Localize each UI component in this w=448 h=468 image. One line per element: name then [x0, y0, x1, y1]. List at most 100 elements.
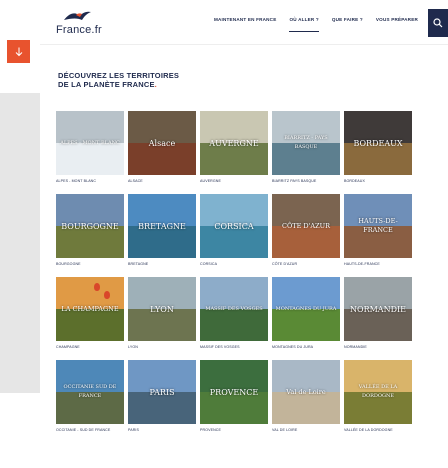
region-card[interactable]: NORMANDIE NORMANDIE: [344, 277, 412, 349]
region-thumbnail[interactable]: BIARRITZ - PAYS BASQUE: [272, 111, 340, 175]
region-caption[interactable]: ALSACE: [128, 179, 196, 183]
region-caption[interactable]: CORSICA: [200, 262, 268, 266]
region-card[interactable]: BIARRITZ - PAYS BASQUE BIARRITZ PAYS BASQ…: [272, 111, 340, 183]
region-overlay-label: LA CHAMPAGNE: [61, 304, 119, 313]
main-nav: MAINTENANT EN FRANCE OÙ ALLER ? QUE FAIR…: [214, 17, 418, 32]
region-thumbnail[interactable]: Val de Loire: [272, 360, 340, 424]
region-overlay-label: VALLÉE DE LA DORDOGNE: [358, 384, 398, 399]
region-overlay-label: ALPES - MONT BLANC: [60, 139, 120, 146]
search-button[interactable]: [428, 9, 448, 37]
region-overlay-label: CORSICA: [214, 221, 254, 231]
region-thumbnail[interactable]: MONTAGNES DU JURA: [272, 277, 340, 341]
hot-air-balloon: [104, 291, 110, 299]
page-title-line-2-text: DE LA PLANÈTE FRANCE: [58, 79, 155, 89]
nav-maintenant-en-france[interactable]: MAINTENANT EN FRANCE: [214, 17, 276, 26]
thumbnail-landscape: [56, 309, 124, 341]
france-fr-logo[interactable]: France.fr: [56, 10, 116, 40]
region-caption[interactable]: OCCITANIE - SUD DE FRANCE: [56, 428, 124, 432]
region-card[interactable]: Val de Loire VAL DE LOIRE: [272, 360, 340, 432]
region-card[interactable]: ALPES - MONT BLANC ALPES - MONT BLANC: [56, 111, 124, 183]
scroll-down-button[interactable]: [7, 40, 30, 63]
region-caption[interactable]: HAUTS-DE-FRANCE: [344, 262, 412, 266]
region-overlay-label: BRETAGNE: [138, 221, 186, 231]
region-card[interactable]: HAUTS-DE-FRANCE HAUTS-DE-FRANCE: [344, 194, 412, 266]
region-caption[interactable]: VAL DE LOIRE: [272, 428, 340, 432]
page-title: DÉCOUVREZ LES TERRITOIRES DE LA PLANÈTE …: [58, 71, 179, 90]
region-overlay-label: PROVENCE: [209, 387, 259, 397]
site-header: France.fr MAINTENANT EN FRANCE OÙ ALLER …: [40, 0, 448, 45]
region-thumbnail[interactable]: BORDEAUX: [344, 111, 412, 175]
region-card[interactable]: Alsace ALSACE: [128, 111, 196, 183]
region-overlay-label: MASSIF DES VOSGES: [205, 305, 263, 312]
region-overlay-label: HAUTS-DE-FRANCE: [358, 217, 398, 234]
brand-name: France.fr: [56, 24, 102, 36]
region-caption[interactable]: BORDEAUX: [344, 179, 412, 183]
region-caption[interactable]: LYON: [128, 345, 196, 349]
region-thumbnail[interactable]: OCCITANIE SUD DE FRANCE: [56, 360, 124, 424]
region-overlay-label: NORMANDIE: [350, 304, 406, 314]
region-overlay-label: PARIS: [149, 387, 175, 397]
region-overlay-label: Val de Loire: [286, 387, 326, 396]
region-thumbnail[interactable]: BOURGOGNE: [56, 194, 124, 258]
region-thumbnail[interactable]: ALPES - MONT BLANC: [56, 111, 124, 175]
search-icon: [433, 18, 443, 28]
region-caption[interactable]: BRETAGNE: [128, 262, 196, 266]
region-caption[interactable]: MASSIF DES VOSGES: [200, 345, 268, 349]
region-card[interactable]: PROVENCE PROVENCE: [200, 360, 268, 432]
region-card[interactable]: MASSIF DES VOSGES MASSIF DES VOSGES: [200, 277, 268, 349]
region-card[interactable]: MONTAGNES DU JURA MONTAGNES DU JURA: [272, 277, 340, 349]
region-thumbnail[interactable]: HAUTS-DE-FRANCE: [344, 194, 412, 258]
region-overlay-label: BOURGOGNE: [61, 221, 119, 231]
thumbnail-landscape: [272, 392, 340, 424]
region-card[interactable]: AUVERGNE AUVERGNE: [200, 111, 268, 183]
nav-vous-preparer[interactable]: VOUS PRÉPARER: [376, 17, 418, 26]
region-thumbnail[interactable]: MASSIF DES VOSGES: [200, 277, 268, 341]
region-caption[interactable]: BOURGOGNE: [56, 262, 124, 266]
region-card[interactable]: LA CHAMPAGNE CHAMPAGNE: [56, 277, 124, 349]
region-caption[interactable]: NORMANDIE: [344, 345, 412, 349]
region-card[interactable]: OCCITANIE SUD DE FRANCE OCCITANIE - SUD D…: [56, 360, 124, 432]
region-thumbnail[interactable]: CÔTE D'AZUR: [272, 194, 340, 258]
region-thumbnail[interactable]: NORMANDIE: [344, 277, 412, 341]
nav-ou-aller[interactable]: OÙ ALLER ?: [289, 17, 320, 32]
region-card[interactable]: BORDEAUX BORDEAUX: [344, 111, 412, 183]
region-thumbnail[interactable]: LYON: [128, 277, 196, 341]
region-card[interactable]: CÔTE D'AZUR CÔTE D'AZUR: [272, 194, 340, 266]
region-caption[interactable]: VALLÉE DE LA DORDOGNE: [344, 428, 412, 432]
thumbnail-landscape: [272, 226, 340, 258]
hot-air-balloon: [94, 283, 100, 291]
region-overlay-label: CÔTE D'AZUR: [281, 221, 331, 230]
region-thumbnail[interactable]: CORSICA: [200, 194, 268, 258]
region-thumbnail[interactable]: PROVENCE: [200, 360, 268, 424]
region-thumbnail[interactable]: VALLÉE DE LA DORDOGNE: [344, 360, 412, 424]
page-title-line-2: DE LA PLANÈTE FRANCE.: [58, 79, 179, 90]
left-side-panel: [0, 93, 40, 393]
region-caption[interactable]: CHAMPAGNE: [56, 345, 124, 349]
region-caption[interactable]: MONTAGNES DU JURA: [272, 345, 340, 349]
region-thumbnail[interactable]: BRETAGNE: [128, 194, 196, 258]
region-card[interactable]: BRETAGNE BRETAGNE: [128, 194, 196, 266]
region-thumbnail[interactable]: LA CHAMPAGNE: [56, 277, 124, 341]
arrow-down-icon: [15, 47, 22, 56]
thumbnail-landscape: [200, 309, 268, 341]
region-overlay-label: OCCITANIE SUD DE FRANCE: [63, 384, 117, 399]
region-thumbnail[interactable]: Alsace: [128, 111, 196, 175]
region-caption[interactable]: PROVENCE: [200, 428, 268, 432]
region-caption[interactable]: AUVERGNE: [200, 179, 268, 183]
nav-que-faire[interactable]: QUE FAIRE ?: [332, 17, 363, 26]
region-thumbnail[interactable]: AUVERGNE: [200, 111, 268, 175]
region-overlay-label: MONTAGNES DU JURA: [275, 305, 337, 312]
region-overlay-label: Alsace: [148, 138, 176, 148]
region-caption[interactable]: BIARRITZ PAYS BASQUE: [272, 179, 340, 183]
region-card[interactable]: BOURGOGNE BOURGOGNE: [56, 194, 124, 266]
region-caption[interactable]: CÔTE D'AZUR: [272, 262, 340, 266]
region-card[interactable]: LYON LYON: [128, 277, 196, 349]
region-overlay-label: BORDEAUX: [353, 138, 403, 148]
region-card[interactable]: VALLÉE DE LA DORDOGNE VALLÉE DE LA DORDOG…: [344, 360, 412, 432]
region-card[interactable]: PARIS PARIS: [128, 360, 196, 432]
region-caption[interactable]: PARIS: [128, 428, 196, 432]
region-card[interactable]: CORSICA CORSICA: [200, 194, 268, 266]
region-caption[interactable]: ALPES - MONT BLANC: [56, 179, 124, 183]
region-thumbnail[interactable]: PARIS: [128, 360, 196, 424]
title-accent-dot: .: [154, 79, 157, 89]
